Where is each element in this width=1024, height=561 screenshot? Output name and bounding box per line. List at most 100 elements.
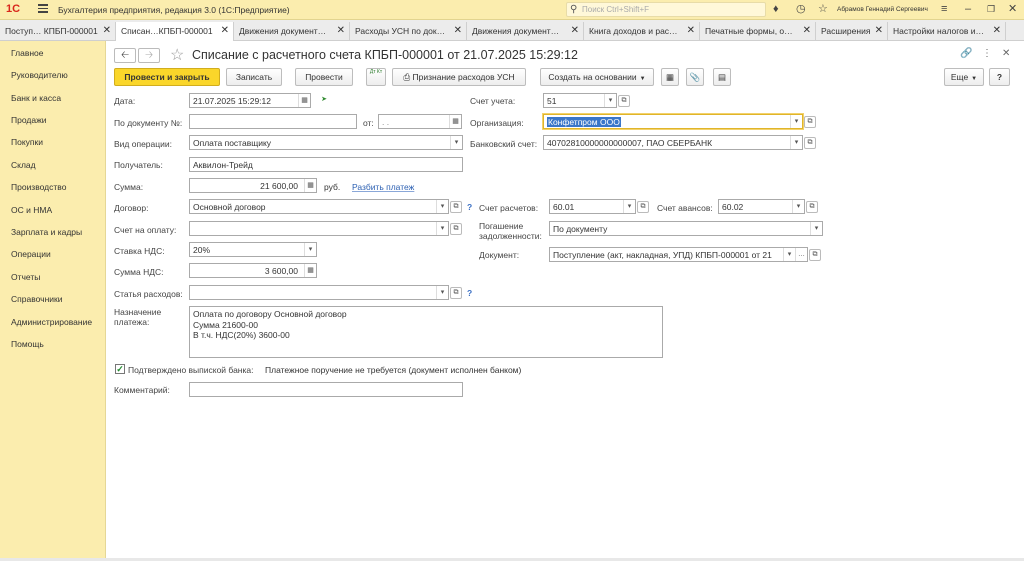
- tab-receipt[interactable]: Поступ… КПБП-000001 ✕: [0, 22, 116, 41]
- sidebar-item-operations[interactable]: Операции: [11, 249, 51, 259]
- dropdown-arrow-icon[interactable]: ▾: [604, 94, 616, 107]
- contract-help-icon[interactable]: ?: [467, 202, 472, 212]
- bell-icon[interactable]: ♦: [773, 3, 779, 15]
- bank-account-field[interactable]: 40702810000000000007, ПАО СБЕРБАНК ▾: [543, 135, 803, 150]
- close-tab-icon[interactable]: ✕: [803, 25, 811, 36]
- post-and-close-button[interactable]: Провести и закрыть: [114, 68, 220, 86]
- doc-number-field[interactable]: [189, 114, 357, 129]
- minimize-icon[interactable]: –: [965, 3, 971, 15]
- back-button[interactable]: 🡠: [114, 48, 136, 63]
- journal-button[interactable]: ▤: [713, 68, 731, 86]
- settlement-account-select[interactable]: 60.01 ▾: [549, 199, 636, 214]
- close-tab-icon[interactable]: ✕: [454, 25, 462, 36]
- document-field[interactable]: Поступление (акт, накладная, УПД) КПБП-0…: [549, 247, 808, 262]
- dropdown-arrow-icon[interactable]: ▾: [792, 200, 804, 213]
- dropdown-arrow-icon[interactable]: ▾: [436, 286, 448, 299]
- expense-help-icon[interactable]: ?: [467, 288, 472, 298]
- open-invoice-icon[interactable]: ⧉: [450, 223, 462, 235]
- post-button[interactable]: Провести: [295, 68, 353, 86]
- tab-extensions[interactable]: Расширения ✕: [816, 22, 888, 41]
- sidebar-item-help[interactable]: Помощь: [11, 339, 44, 349]
- debt-repayment-select[interactable]: По документу ▾: [549, 221, 823, 236]
- sidebar-item-production[interactable]: Производство: [11, 182, 66, 192]
- split-payment-link[interactable]: Разбить платеж: [352, 182, 414, 192]
- sidebar-item-reports[interactable]: Отчеты: [11, 272, 40, 282]
- more-button[interactable]: Еще ▼: [944, 68, 984, 86]
- open-expense-icon[interactable]: ⧉: [450, 287, 462, 299]
- restore-icon[interactable]: ❐: [987, 3, 995, 15]
- sidebar-item-assets[interactable]: ОС и НМА: [11, 205, 52, 215]
- global-search-input[interactable]: ⚲ Поиск Ctrl+Shift+F: [566, 2, 766, 17]
- structure-button[interactable]: ▦: [661, 68, 679, 86]
- user-name[interactable]: Абрамов Геннадий Сергеевич: [837, 6, 928, 13]
- recipient-field[interactable]: Аквилон-Трейд: [189, 157, 463, 172]
- menu-icon[interactable]: [38, 4, 48, 13]
- date-check-icon[interactable]: ➤: [318, 95, 330, 107]
- write-button[interactable]: Записать: [226, 68, 282, 86]
- organization-field[interactable]: Конфетпром ООО ▾: [543, 114, 803, 129]
- usn-expenses-button[interactable]: ⎙ Признание расходов УСН: [392, 68, 526, 86]
- payment-purpose-textarea[interactable]: Оплата по договору Основной договор Сумм…: [189, 306, 663, 358]
- sidebar-item-sales[interactable]: Продажи: [11, 115, 47, 125]
- close-tab-icon[interactable]: ✕: [993, 25, 1001, 36]
- close-icon[interactable]: ✕: [1008, 3, 1017, 15]
- dropdown-arrow-icon[interactable]: ▾: [790, 115, 802, 128]
- tab-writeoff[interactable]: Списан…КПБП-000001 ✕: [116, 22, 234, 42]
- open-document-icon[interactable]: ⧉: [809, 249, 821, 261]
- sidebar-item-admin[interactable]: Администрирование: [11, 317, 92, 327]
- close-tab-icon[interactable]: ✕: [221, 25, 229, 36]
- tab-movements-1[interactable]: Движения документ… ✕: [234, 22, 350, 41]
- dropdown-arrow-icon[interactable]: ▾: [436, 200, 448, 213]
- more-vert-icon[interactable]: ⋮: [982, 48, 992, 59]
- close-tab-icon[interactable]: ✕: [687, 25, 695, 36]
- forward-button[interactable]: 🡢: [138, 48, 160, 63]
- calculator-icon[interactable]: ▦: [304, 264, 316, 277]
- sidebar-item-manager[interactable]: Руководителю: [11, 70, 68, 80]
- dropdown-arrow-icon[interactable]: ▾: [623, 200, 635, 213]
- create-based-on-button[interactable]: Создать на основании ▼: [540, 68, 654, 86]
- link-icon[interactable]: 🔗: [960, 48, 972, 59]
- close-tab-icon[interactable]: ✕: [875, 25, 883, 36]
- expense-item-field[interactable]: ▾: [189, 285, 449, 300]
- close-form-icon[interactable]: ✕: [1002, 48, 1010, 59]
- calculator-icon[interactable]: ▦: [304, 179, 316, 192]
- dropdown-arrow-icon[interactable]: ▾: [783, 248, 795, 261]
- tab-print-forms[interactable]: Печатные формы, о… ✕: [700, 22, 816, 41]
- advance-account-select[interactable]: 60.02 ▾: [718, 199, 805, 214]
- dropdown-arrow-icon[interactable]: ▾: [790, 136, 802, 149]
- dropdown-arrow-icon[interactable]: ▾: [436, 222, 448, 235]
- close-tab-icon[interactable]: ✕: [103, 25, 111, 36]
- dt-kt-button[interactable]: Дт Кт: [366, 68, 386, 86]
- from-date-field[interactable]: . . ▦: [378, 114, 462, 129]
- sidebar-item-main[interactable]: Главное: [11, 48, 43, 58]
- sidebar-item-payroll[interactable]: Зарплата и кадры: [11, 227, 82, 237]
- history-icon[interactable]: ◷: [796, 3, 806, 15]
- select-ellipsis-icon[interactable]: …: [795, 248, 807, 261]
- operation-type-select[interactable]: Оплата поставщику ▾: [189, 135, 463, 150]
- open-advance-account-icon[interactable]: ⧉: [806, 201, 818, 213]
- calendar-icon[interactable]: ▦: [449, 115, 461, 128]
- attach-button[interactable]: 📎: [686, 68, 704, 86]
- dropdown-arrow-icon[interactable]: ▾: [304, 243, 316, 256]
- open-organization-icon[interactable]: ⧉: [804, 116, 816, 128]
- sidebar-item-purchases[interactable]: Покупки: [11, 137, 43, 147]
- vat-rate-select[interactable]: 20% ▾: [189, 242, 317, 257]
- date-field[interactable]: 21.07.2025 15:29:12 ▦: [189, 93, 311, 108]
- sidebar-item-bank[interactable]: Банк и касса: [11, 93, 61, 103]
- tab-tax-settings[interactable]: Настройки налогов и… ✕: [888, 22, 1006, 41]
- close-tab-icon[interactable]: ✕: [337, 25, 345, 36]
- sidebar-item-catalogs[interactable]: Справочники: [11, 294, 63, 304]
- open-contract-icon[interactable]: ⧉: [450, 201, 462, 213]
- open-account-icon[interactable]: ⧉: [618, 95, 630, 107]
- vat-sum-field[interactable]: 3 600,00 ▦: [189, 263, 317, 278]
- dropdown-arrow-icon[interactable]: ▾: [810, 222, 822, 235]
- calendar-icon[interactable]: ▦: [298, 94, 310, 107]
- settings-icon[interactable]: ≡: [941, 3, 947, 15]
- sidebar-item-warehouse[interactable]: Склад: [11, 160, 36, 170]
- tab-income-book[interactable]: Книга доходов и рас… ✕: [584, 22, 700, 41]
- dropdown-arrow-icon[interactable]: ▾: [450, 136, 462, 149]
- sum-field[interactable]: 21 600,00 ▦: [189, 178, 317, 193]
- bank-confirmed-checkbox[interactable]: ✓: [115, 364, 125, 374]
- tab-usn-expenses[interactable]: Расходы УСН по док… ✕: [350, 22, 467, 41]
- favorite-star-icon[interactable]: ☆: [170, 45, 184, 65]
